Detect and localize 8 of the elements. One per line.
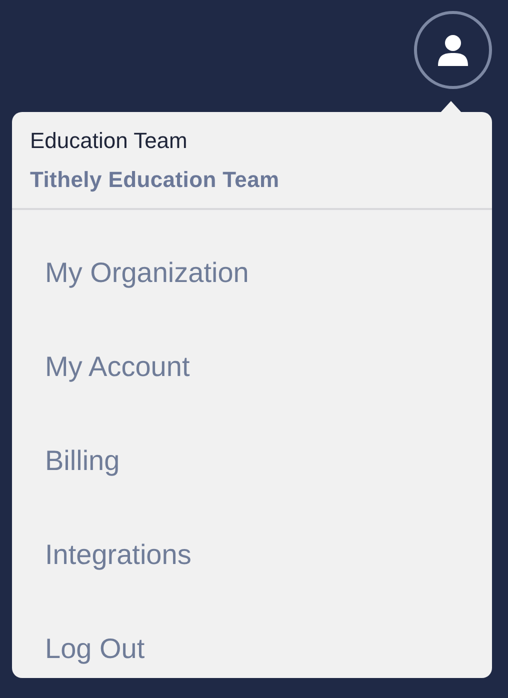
menu-item[interactable]: Log Out — [45, 602, 145, 696]
menu-item[interactable]: My Organization — [45, 226, 249, 320]
menu-item[interactable]: Billing — [45, 414, 120, 508]
menu-item[interactable]: Integrations — [45, 508, 192, 602]
user-icon — [436, 33, 470, 67]
account-name: Education Team — [30, 127, 188, 155]
menu-item[interactable]: My Account — [45, 320, 190, 414]
organization-name: Tithely Education Team — [30, 166, 280, 194]
